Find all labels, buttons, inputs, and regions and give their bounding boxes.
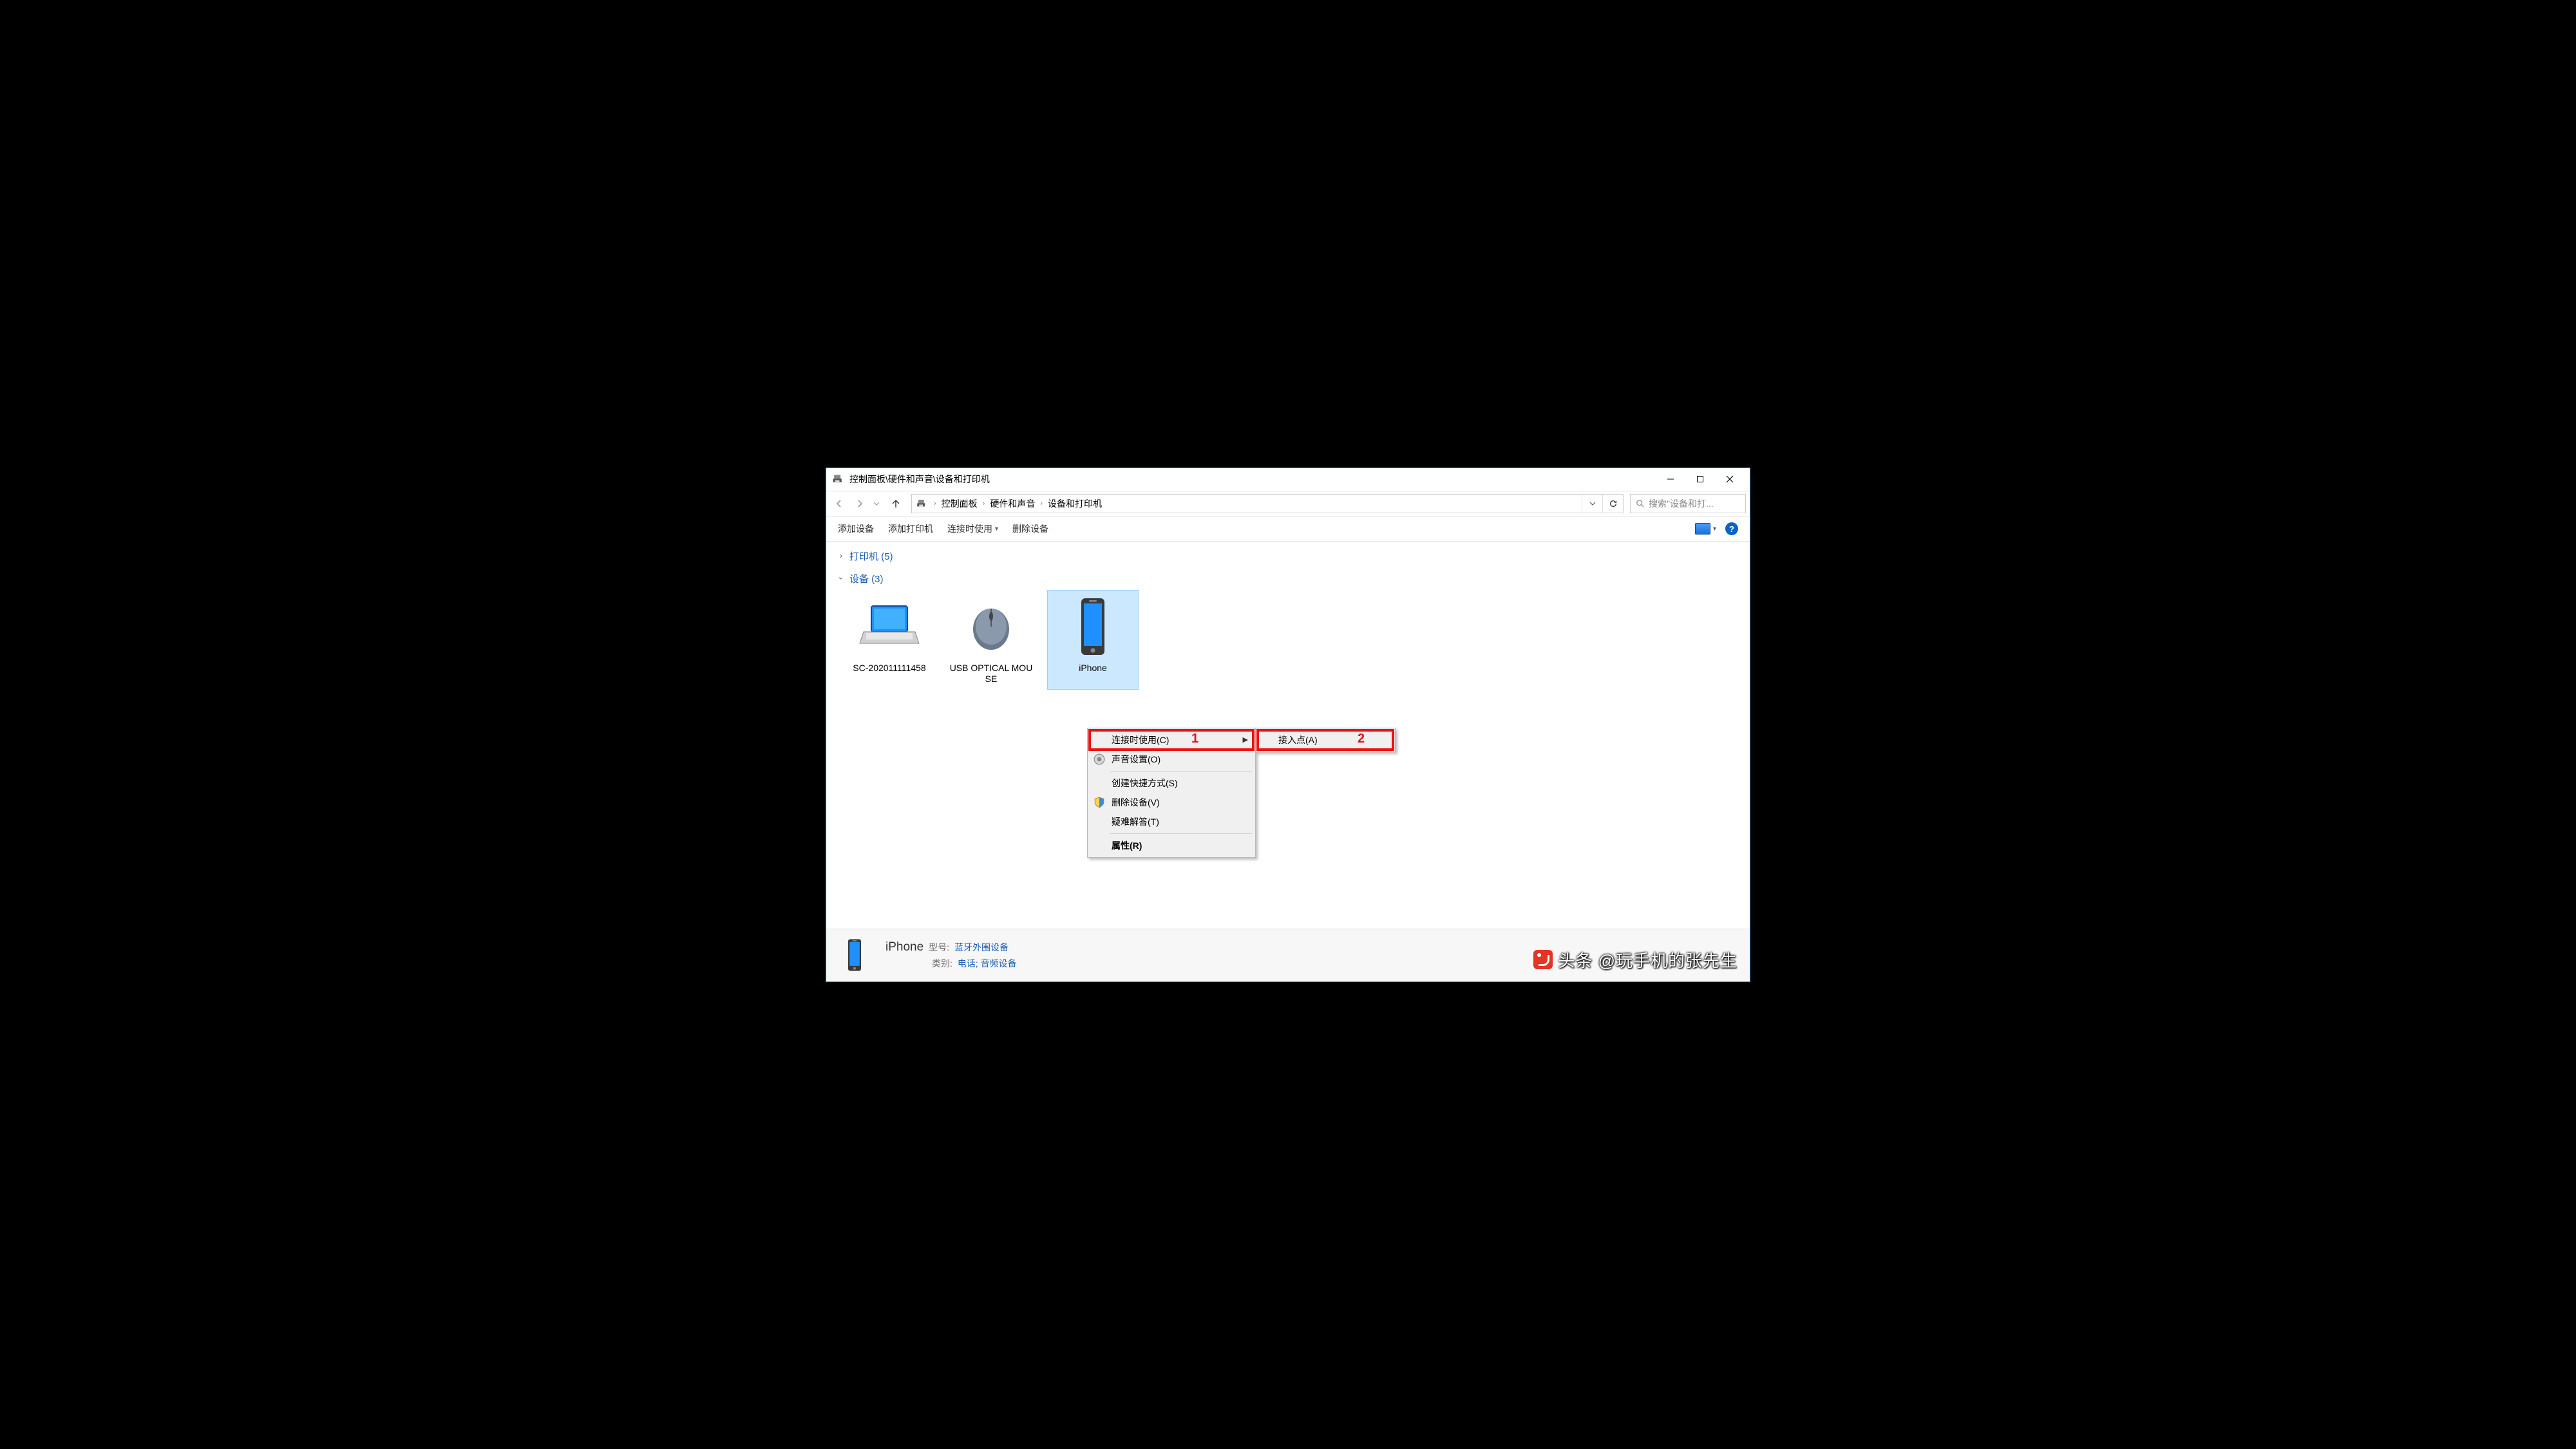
- chevron-right-icon[interactable]: ›: [931, 500, 939, 507]
- device-label: SC-202011111458: [853, 663, 925, 674]
- breadcrumb-hardware-sound[interactable]: 硬件和声音: [987, 497, 1037, 510]
- selected-device-name: iPhone: [886, 940, 923, 954]
- devices-group-header[interactable]: ›设备 (3): [837, 572, 1739, 585]
- recent-dropdown[interactable]: [871, 495, 882, 513]
- category-label: 类别:: [932, 957, 952, 970]
- search-placeholder: 搜索"设备和打...: [1649, 497, 1714, 510]
- menu-create-shortcut[interactable]: 创建快捷方式(S): [1090, 773, 1253, 793]
- annotation-2: 2: [1358, 732, 1365, 746]
- category-value: 电话; 音频设备: [958, 957, 1017, 970]
- forward-button[interactable]: [851, 495, 869, 513]
- help-button[interactable]: ?: [1725, 522, 1738, 535]
- model-value: 蓝牙外围设备: [954, 941, 1009, 954]
- content-area: ›打印机 (5) ›设备 (3) SC-202011111458 USB OPT…: [826, 542, 1750, 929]
- device-item-laptop[interactable]: SC-202011111458: [844, 591, 934, 689]
- toutiao-logo-icon: [1533, 950, 1553, 969]
- explorer-window: 控制面板\硬件和声音\设备和打印机 › 控制面板 › 硬件和声音 › 设备和打印…: [826, 468, 1750, 982]
- menu-troubleshoot[interactable]: 疑难解答(T): [1090, 812, 1253, 831]
- close-button[interactable]: [1715, 469, 1745, 489]
- window-title: 控制面板\硬件和声音\设备和打印机: [849, 473, 1656, 486]
- chevron-down-icon: ›: [837, 574, 846, 583]
- command-bar: 添加设备 添加打印机 连接时使用▾ 删除设备 ▾ ?: [826, 517, 1750, 542]
- chevron-right-icon: ▶: [1243, 735, 1248, 744]
- devices-printers-icon: [916, 498, 927, 509]
- menu-remove-device[interactable]: 删除设备(V): [1090, 793, 1253, 812]
- printers-group-header[interactable]: ›打印机 (5): [837, 549, 1739, 563]
- view-icon: [1695, 523, 1710, 535]
- chevron-right-icon[interactable]: ›: [980, 500, 988, 507]
- devices-printers-icon: [831, 473, 844, 486]
- address-dropdown[interactable]: [1582, 495, 1602, 513]
- refresh-button[interactable]: [1602, 495, 1623, 513]
- device-item-mouse[interactable]: USB OPTICAL MOUSE: [946, 591, 1036, 689]
- menu-access-point[interactable]: 接入点(A): [1258, 730, 1393, 750]
- annotation-1: 1: [1191, 732, 1198, 746]
- search-input[interactable]: 搜索"设备和打...: [1630, 494, 1746, 513]
- title-bar: 控制面板\硬件和声音\设备和打印机: [826, 468, 1750, 491]
- phone-icon: [837, 937, 873, 973]
- connect-using-button[interactable]: 连接时使用▾: [947, 522, 998, 535]
- back-button[interactable]: [830, 495, 848, 513]
- nav-bar: › 控制面板 › 硬件和声音 › 设备和打印机 搜索"设备和打...: [826, 491, 1750, 517]
- chevron-right-icon: ›: [837, 551, 846, 560]
- view-options-button[interactable]: ▾: [1695, 523, 1716, 535]
- maximize-button[interactable]: [1685, 469, 1715, 489]
- menu-separator: [1110, 771, 1252, 772]
- laptop-icon: [857, 594, 922, 659]
- search-icon: [1636, 499, 1645, 508]
- menu-connect-using[interactable]: 连接时使用(C) ▶: [1090, 730, 1253, 750]
- up-button[interactable]: [887, 495, 905, 513]
- breadcrumb-devices-printers[interactable]: 设备和打印机: [1045, 497, 1104, 510]
- context-menu: 连接时使用(C) ▶ 声音设置(O) 创建快捷方式(S) 删除设备(V) 疑难解…: [1087, 728, 1256, 858]
- watermark: 头条 @玩手机的张先生: [1533, 948, 1738, 972]
- menu-sound-settings[interactable]: 声音设置(O): [1090, 750, 1253, 769]
- menu-properties[interactable]: 属性(R): [1090, 836, 1253, 855]
- breadcrumb-control-panel[interactable]: 控制面板: [939, 497, 980, 510]
- shield-icon: [1094, 797, 1105, 808]
- submenu: 接入点(A): [1255, 728, 1396, 752]
- chevron-right-icon[interactable]: ›: [1037, 500, 1045, 507]
- address-bar[interactable]: › 控制面板 › 硬件和声音 › 设备和打印机: [911, 494, 1624, 513]
- device-label: USB OPTICAL MOUSE: [949, 663, 1034, 685]
- minimize-button[interactable]: [1656, 469, 1685, 489]
- add-device-button[interactable]: 添加设备: [838, 522, 874, 535]
- device-item-iphone[interactable]: iPhone: [1048, 591, 1138, 689]
- remove-device-button[interactable]: 删除设备: [1012, 522, 1048, 535]
- phone-icon: [1061, 594, 1125, 659]
- model-label: 型号:: [929, 941, 949, 954]
- speaker-icon: [1094, 753, 1105, 765]
- add-printer-button[interactable]: 添加打印机: [888, 522, 933, 535]
- menu-separator: [1110, 833, 1252, 834]
- mouse-icon: [959, 594, 1023, 659]
- device-label: iPhone: [1079, 663, 1107, 674]
